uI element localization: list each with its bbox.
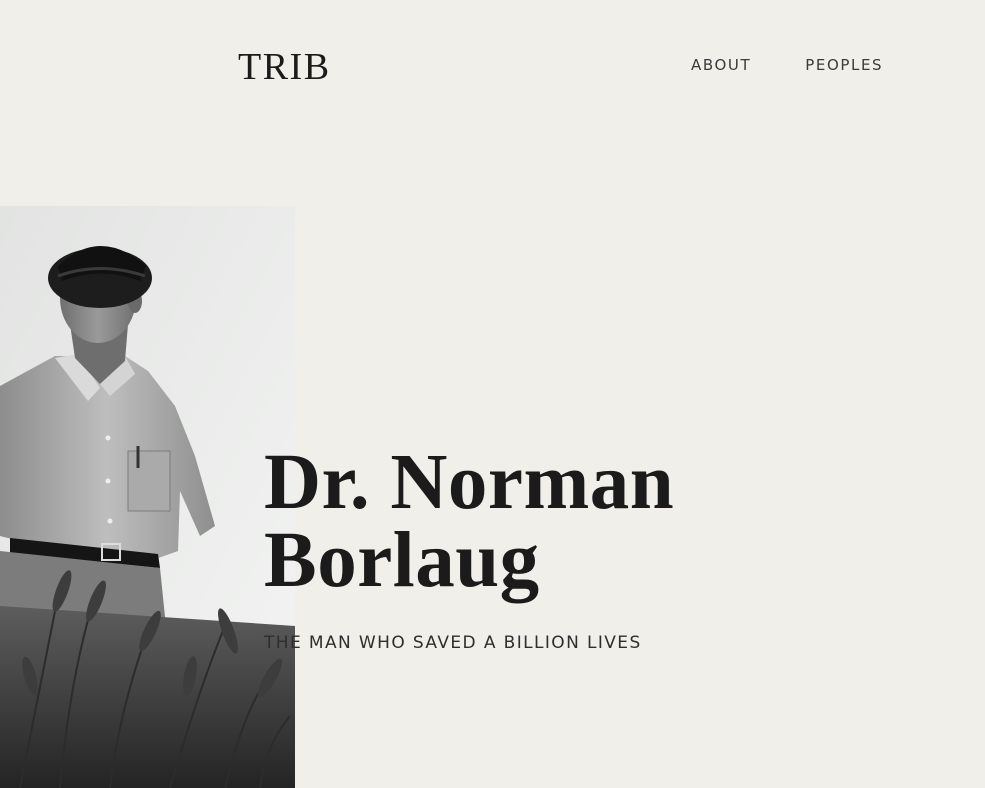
site-logo[interactable]: TRIB [238, 48, 331, 86]
nav-item-peoples[interactable]: PEOPLES [805, 58, 883, 73]
nav-item-about[interactable]: ABOUT [691, 58, 751, 73]
main-nav: ABOUT PEOPLES [691, 58, 883, 73]
hero-title-line-1: Dr. Norman [264, 439, 675, 526]
hero-title-line-2: Borlaug [264, 517, 540, 604]
borlaug-portrait-illustration [0, 206, 295, 788]
hero-subtitle: THE MAN WHO SAVED A BILLION LIVES [264, 633, 642, 653]
hero-photo [0, 206, 295, 788]
hero-title: Dr. Norman Borlaug [264, 439, 675, 604]
